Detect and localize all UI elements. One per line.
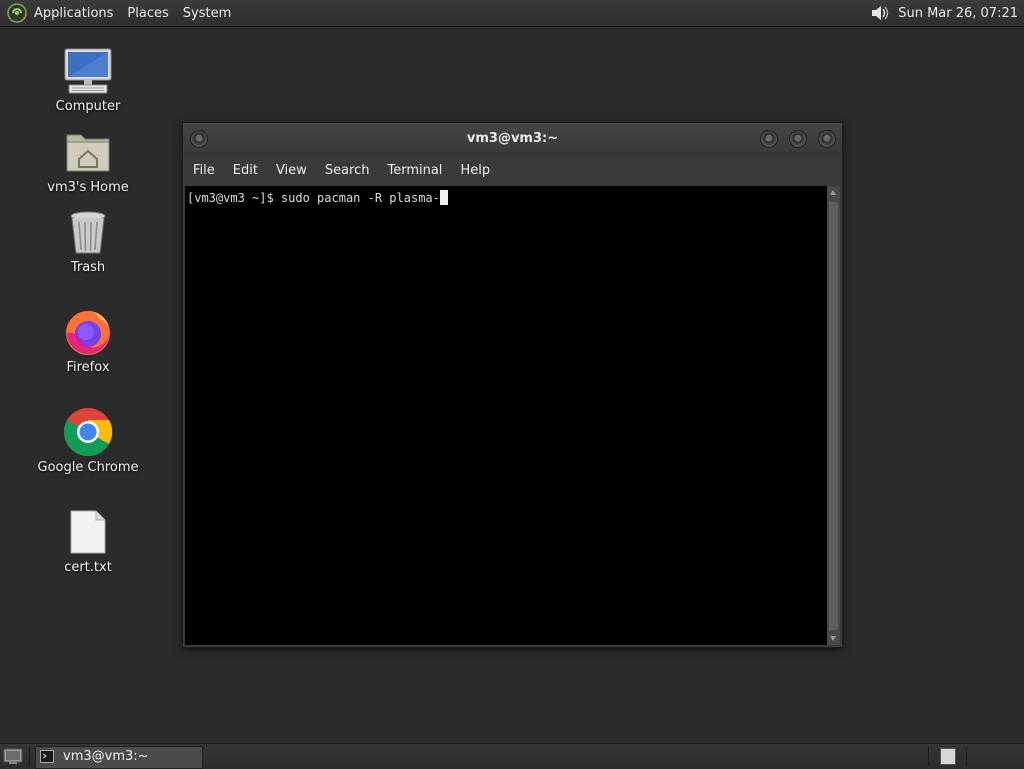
desktop-icon-label: Google Chrome — [37, 460, 139, 475]
places-menu[interactable]: Places — [127, 6, 168, 21]
minimize-button[interactable] — [760, 130, 778, 148]
menu-edit[interactable]: Edit — [233, 163, 258, 178]
applications-menu[interactable]: Applications — [34, 6, 113, 21]
firefox-icon — [66, 310, 110, 355]
system-menu[interactable]: System — [183, 6, 231, 21]
desktop-icon-trash[interactable]: Trash — [33, 207, 143, 275]
clock[interactable]: Sun Mar 26, 07:21 — [898, 6, 1018, 21]
desktop-icon-label: cert.txt — [64, 560, 112, 575]
show-desktop-icon[interactable] — [3, 748, 23, 765]
desktop-icon-firefox[interactable]: Firefox — [33, 307, 143, 375]
panel-separator — [29, 747, 30, 766]
terminal-icon — [40, 750, 54, 763]
desktop-icon-label: Computer — [55, 99, 121, 114]
shell-prompt: [vm3@vm3 ~]$ — [187, 191, 281, 205]
terminal-menubar: File Edit View Search Terminal Help — [183, 155, 842, 185]
desktop-icon-label: Trash — [70, 260, 106, 275]
menu-terminal[interactable]: Terminal — [387, 163, 442, 178]
desktop-icon-home[interactable]: vm3's Home — [33, 127, 143, 195]
mate-logo-icon[interactable] — [7, 3, 27, 23]
desktop-icon-label: vm3's Home — [47, 180, 129, 195]
bottom-panel: vm3@vm3:~ — [0, 743, 1024, 769]
scrollbar-thumb[interactable] — [829, 202, 838, 630]
terminal-window[interactable]: vm3@vm3:~ File Edit View Search Terminal… — [182, 122, 843, 648]
menu-view[interactable]: View — [276, 163, 307, 178]
desktop-icon-cert-txt[interactable]: cert.txt — [33, 507, 143, 575]
home-folder-icon — [66, 134, 110, 172]
computer-icon — [64, 48, 112, 94]
taskbar-item-terminal[interactable]: vm3@vm3:~ — [35, 746, 203, 769]
menu-search[interactable]: Search — [325, 163, 370, 178]
trash-icon — [70, 211, 106, 254]
desktop-icon-computer[interactable]: Computer — [33, 46, 143, 114]
typed-command: sudo pacman -R plasma- — [280, 191, 440, 205]
panel-separator — [928, 747, 929, 766]
top-panel: Applications Places System Sun Mar 26, 0… — [0, 0, 1024, 27]
terminal-titlebar[interactable]: vm3@vm3:~ — [183, 123, 842, 155]
scroll-up-icon[interactable] — [830, 190, 836, 195]
text-file-icon — [70, 510, 106, 554]
window-title: vm3@vm3:~ — [466, 131, 559, 146]
volume-icon[interactable] — [868, 2, 890, 24]
maximize-button[interactable] — [789, 130, 807, 148]
desktop-icon-label: Firefox — [66, 360, 110, 375]
terminal-output[interactable]: [vm3@vm3 ~]$ sudo pacman -R plasma- — [185, 186, 827, 645]
terminal-scrollbar[interactable] — [827, 186, 840, 645]
workspace-switcher[interactable] — [940, 748, 956, 765]
text-cursor — [439, 190, 448, 205]
panel-separator — [966, 747, 967, 766]
close-button[interactable] — [818, 130, 836, 148]
menu-file[interactable]: File — [193, 163, 215, 178]
chrome-icon — [63, 408, 113, 457]
terminal-command-line: [vm3@vm3 ~]$ sudo pacman -R plasma- — [187, 190, 448, 205]
scroll-down-icon[interactable] — [830, 636, 836, 641]
desktop-icon-chrome[interactable]: Google Chrome — [33, 407, 143, 475]
taskbar-item-label: vm3@vm3:~ — [63, 749, 149, 764]
menu-help[interactable]: Help — [460, 163, 490, 178]
